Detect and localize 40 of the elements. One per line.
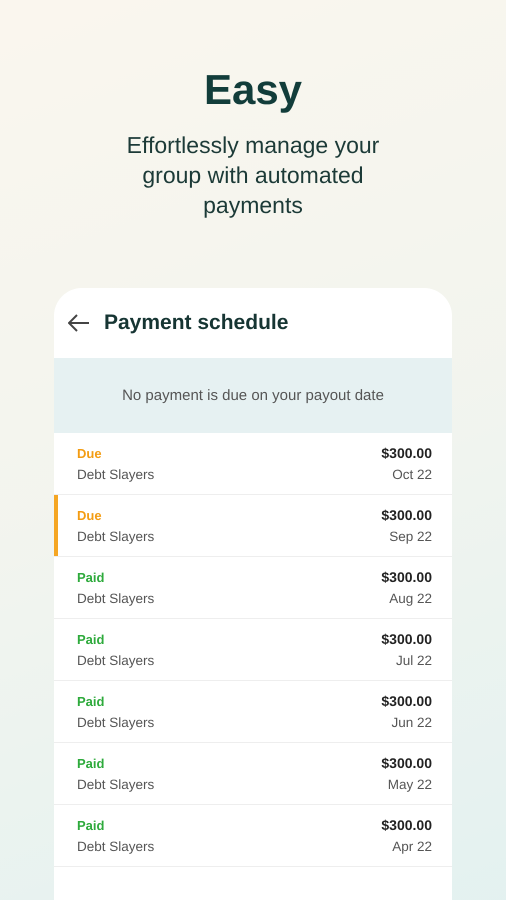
group-name: Debt Slayers: [77, 466, 154, 482]
payment-amount: $300.00: [381, 693, 432, 709]
payment-row[interactable]: Paid Debt Slayers $300.00 Jul 22: [54, 619, 452, 681]
payment-status: Paid: [77, 570, 106, 584]
payment-status: Due: [77, 446, 103, 460]
payment-row[interactable]: Paid Debt Slayers $300.00 Aug 22: [54, 557, 452, 619]
group-name: Debt Slayers: [77, 838, 154, 854]
payment-amount: $300.00: [381, 569, 432, 585]
payment-status: Paid: [77, 756, 106, 770]
notice-banner: No payment is due on your payout date: [54, 358, 452, 433]
payment-date: Jun 22: [391, 715, 432, 730]
payment-date: Jul 22: [396, 653, 432, 668]
payment-row[interactable]: Paid Debt Slayers $300.00 May 22: [54, 743, 452, 805]
payment-row[interactable]: Paid Debt Slayers $300.00 Apr 22: [54, 805, 452, 867]
hero-title: Easy: [204, 65, 302, 115]
payment-status: Paid: [77, 632, 106, 646]
payment-status: Paid: [77, 818, 106, 832]
group-name: Debt Slayers: [77, 528, 154, 544]
payment-status: Due: [77, 508, 103, 522]
group-name: Debt Slayers: [77, 776, 154, 792]
group-name: Debt Slayers: [77, 652, 154, 668]
payment-date: Apr 22: [392, 839, 432, 854]
screen-title: Payment schedule: [104, 311, 288, 335]
hero-subtitle: Effortlessly manage your group with automated payments: [126, 131, 380, 220]
payment-status: Paid: [77, 694, 106, 708]
payment-amount: $300.00: [381, 631, 432, 647]
payment-row[interactable]: Due Debt Slayers $300.00 Sep 22: [54, 495, 452, 557]
payment-amount: $300.00: [381, 507, 432, 523]
payment-row[interactable]: Due Debt Slayers $300.00 Oct 22: [54, 433, 452, 495]
payment-date: Sep 22: [389, 529, 432, 544]
payment-amount: $300.00: [381, 445, 432, 461]
back-arrow-icon[interactable]: [68, 314, 90, 332]
payment-date: Oct 22: [392, 467, 432, 482]
payment-amount: $300.00: [381, 755, 432, 771]
group-name: Debt Slayers: [77, 590, 154, 606]
payment-row[interactable]: Paid Debt Slayers $300.00 Jun 22: [54, 681, 452, 743]
payment-date: May 22: [388, 777, 432, 792]
group-name: Debt Slayers: [77, 714, 154, 730]
payment-amount: $300.00: [381, 817, 432, 833]
payment-date: Aug 22: [389, 591, 432, 606]
